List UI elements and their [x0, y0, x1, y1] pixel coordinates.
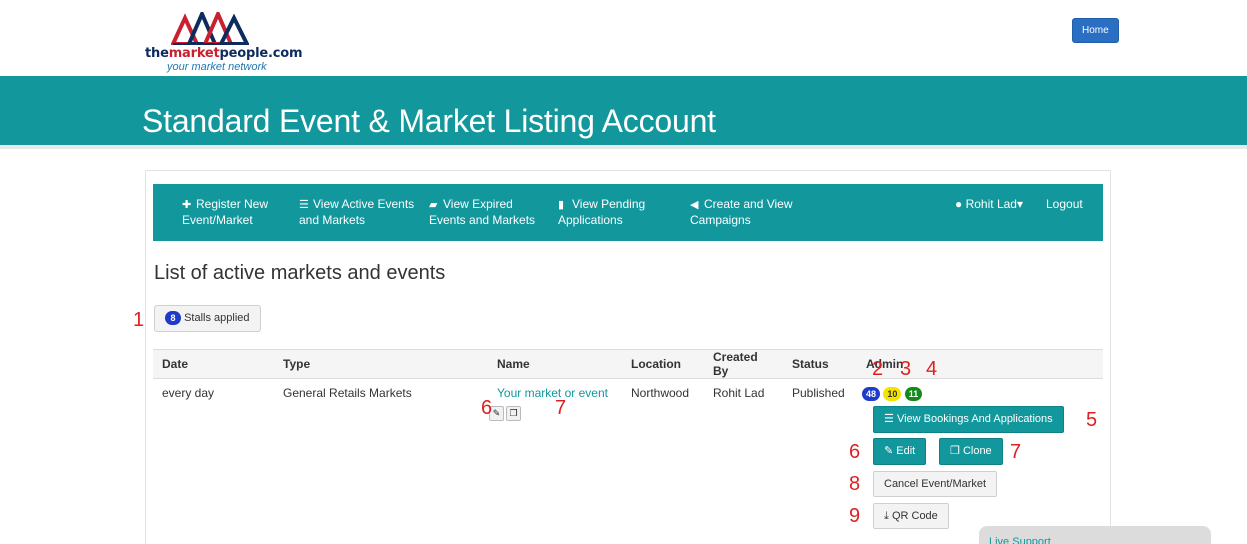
- edit-button[interactable]: ✎ Edit: [873, 438, 927, 465]
- annotation-6-inline: 6: [481, 397, 493, 419]
- stalls-applied-label: Stalls applied: [184, 312, 250, 324]
- page: themarketpeople.com your market network …: [0, 0, 1247, 544]
- annotation-3: 3: [900, 358, 912, 380]
- pending-count-badge[interactable]: 10: [883, 386, 902, 401]
- clone-icon[interactable]: ❐: [506, 406, 521, 421]
- annotation-7: 7: [1010, 441, 1022, 463]
- brand-tagline: your market network: [167, 61, 267, 73]
- megaphone-icon: ◀: [690, 199, 699, 211]
- brand-name-suffix: people.com: [219, 46, 303, 61]
- stalls-count-badge: 8: [165, 311, 181, 326]
- col-admin: Admin: [857, 349, 1103, 379]
- site-logo[interactable]: themarketpeople.com your market network: [145, 12, 315, 76]
- clone-button[interactable]: ❐ Clone: [939, 438, 1003, 465]
- edit-icon: ✎: [884, 445, 894, 457]
- qr-code-label: QR Code: [891, 510, 938, 522]
- approved-count-badge[interactable]: 11: [904, 386, 923, 401]
- user-name: Rohit Lad: [965, 197, 1017, 211]
- nav-view-pending[interactable]: ▮ View Pending Applications: [558, 197, 645, 228]
- nav-register-line1: Register New: [196, 197, 269, 211]
- plus-icon: ✚: [182, 199, 192, 211]
- caret-down-icon: ▾: [1016, 197, 1023, 211]
- table-header-row: Date Type Name Location Created By Statu…: [153, 349, 1103, 379]
- cell-type: General Retails Markets: [274, 378, 488, 544]
- annotation-2: 2: [872, 358, 884, 380]
- nav-pending-line1: View Pending: [572, 197, 646, 211]
- cell-date: every day: [153, 378, 274, 544]
- view-bookings-label: View Bookings And Applications: [896, 413, 1053, 425]
- col-name: Name: [488, 349, 622, 379]
- col-status: Status: [783, 349, 857, 379]
- bookings-count-badge[interactable]: 48: [862, 386, 881, 401]
- clone-label: Clone: [962, 445, 992, 457]
- cancel-event-button[interactable]: Cancel Event/Market: [873, 471, 998, 497]
- nav-active-line2: and Markets: [299, 213, 366, 227]
- user-icon: ●: [955, 197, 963, 211]
- account-nav: ✚ Register New Event/Market ☰ View Active …: [153, 184, 1103, 241]
- banner-divider: [0, 145, 1247, 149]
- view-bookings-button[interactable]: ☰ View Bookings And Applications: [873, 406, 1064, 433]
- market-stalls-logo-icon: [171, 12, 249, 45]
- page-banner: Standard Event & Market Listing Account: [0, 76, 1247, 145]
- annotation-8: 8: [849, 473, 861, 495]
- col-date: Date: [153, 349, 274, 379]
- nav-register-new[interactable]: ✚ Register New Event/Market: [182, 197, 268, 228]
- nav-register-line2: Event/Market: [182, 213, 253, 227]
- cell-created-by: Rohit Lad: [704, 378, 783, 544]
- nav-expired-line2: Events and Markets: [429, 213, 536, 227]
- col-created-by: Created By: [704, 349, 783, 379]
- list-icon: ☰: [884, 413, 894, 425]
- nav-campaigns[interactable]: ◀ Create and View Campaigns: [690, 197, 793, 228]
- brand-name-accent: market: [168, 46, 220, 61]
- clone-icon: ❐: [950, 445, 960, 457]
- brand-name-prefix: the: [145, 46, 169, 61]
- section-heading: List of active markets and events: [154, 262, 446, 284]
- nav-active-line1: View Active Events: [313, 197, 415, 211]
- file-icon: ▮: [558, 199, 565, 211]
- top-bar: themarketpeople.com your market network …: [0, 0, 1247, 76]
- annotation-6: 6: [849, 441, 861, 463]
- folder-icon: ▰: [429, 199, 438, 211]
- user-menu[interactable]: ● Rohit Lad▾: [955, 197, 1023, 212]
- annotation-1: 1: [133, 309, 145, 331]
- nav-campaigns-line1: Create and View: [704, 197, 793, 211]
- edit-label: Edit: [896, 445, 916, 457]
- col-location: Location: [622, 349, 704, 379]
- admin-badges: 48 10 11: [862, 386, 1094, 401]
- annotation-7-inline: 7: [555, 397, 567, 419]
- cell-location: Northwood: [622, 378, 704, 544]
- annotation-5: 5: [1086, 409, 1098, 431]
- list-icon: ☰: [299, 199, 309, 211]
- home-button[interactable]: Home: [1072, 18, 1119, 43]
- live-support-widget[interactable]: Live Support: [979, 526, 1211, 544]
- stalls-applied-button[interactable]: 8 Stalls applied: [154, 305, 261, 332]
- qr-code-button[interactable]: ⤓ QR Code: [873, 503, 949, 529]
- brand-name: themarketpeople.com: [145, 46, 303, 61]
- logout-link[interactable]: Logout: [1046, 197, 1083, 212]
- download-icon: ⤓: [884, 510, 889, 522]
- annotation-9: 9: [849, 505, 861, 527]
- nav-view-active[interactable]: ☰ View Active Events and Markets: [299, 197, 414, 228]
- page-title: Standard Event & Market Listing Account: [142, 103, 716, 139]
- nav-pending-line2: Applications: [558, 213, 623, 227]
- nav-campaigns-line2: Campaigns: [690, 213, 751, 227]
- cell-status: Published: [783, 378, 857, 544]
- annotation-4: 4: [926, 358, 938, 380]
- inline-actions: ✎ ❐: [489, 405, 613, 421]
- col-type: Type: [274, 349, 488, 379]
- nav-view-expired[interactable]: ▰ View Expired Events and Markets: [429, 197, 535, 228]
- nav-expired-line1: View Expired: [443, 197, 513, 211]
